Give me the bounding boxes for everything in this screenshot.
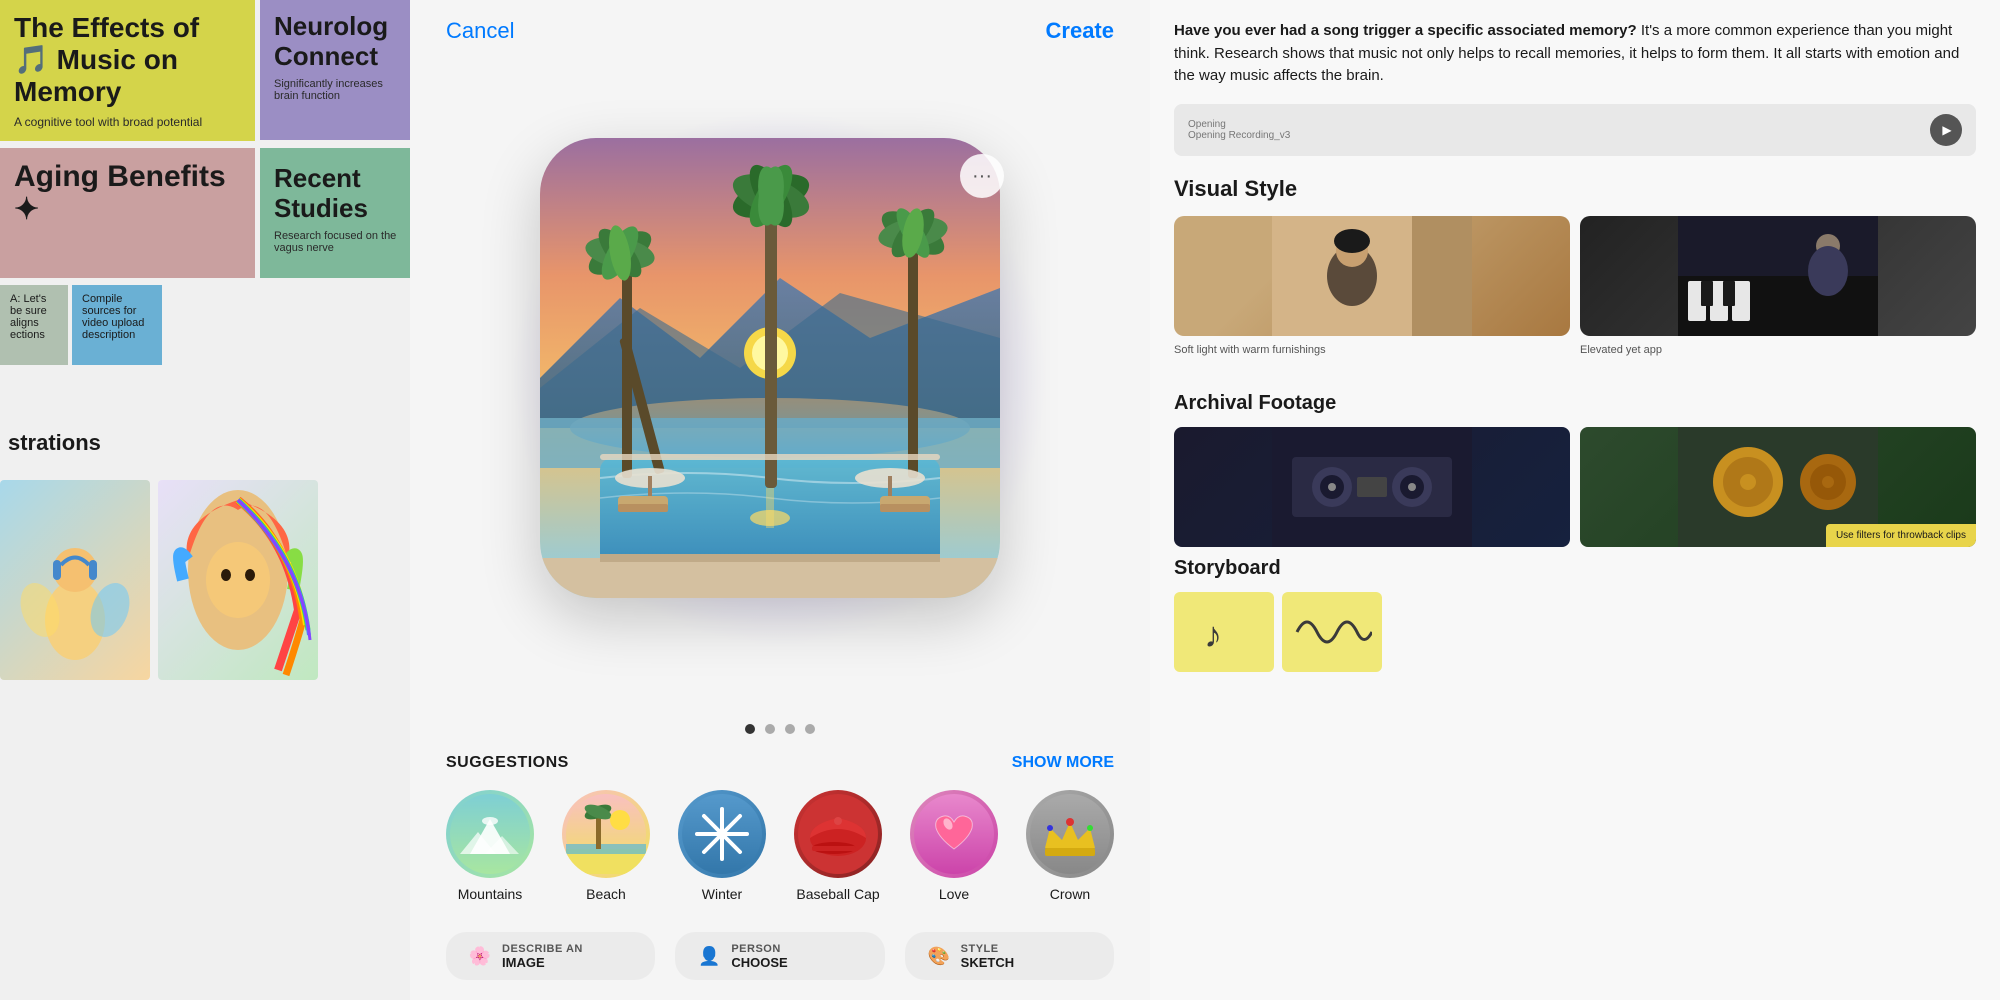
dots-indicator <box>410 714 1150 754</box>
suggestions-header: SUGGESTIONS SHOW MORE <box>446 754 1114 772</box>
dot-1[interactable] <box>745 724 755 734</box>
card-recent-studies[interactable]: Recent Studies Research focused on the v… <box>260 148 410 278</box>
love-icon <box>910 790 998 878</box>
person-choose-icon: 👤 <box>695 942 723 970</box>
card-aging-title: Aging Benefits ✦ <box>14 160 241 226</box>
storyboard-card-1[interactable]: ♪ <box>1174 592 1274 672</box>
dot-2[interactable] <box>765 724 775 734</box>
describe-image-text: DESCRIBE AN IMAGE <box>502 943 583 970</box>
card-music-memory-subtitle: A cognitive tool with broad potential <box>14 115 241 129</box>
illustrations-label: strations <box>8 430 101 456</box>
card-recent-studies-subtitle: Research focused on the vagus nerve <box>274 230 401 254</box>
create-button[interactable]: Create <box>1046 18 1114 44</box>
center-panel: Cancel Create <box>410 0 1150 1000</box>
winter-icon <box>678 790 766 878</box>
card-recent-studies-title: Recent Studies <box>274 164 401 224</box>
audio-player: Opening Opening Recording_v3 <box>1174 104 1976 156</box>
image-glow: ··· <box>540 138 1020 618</box>
small-cards-row: A: Let's be sure aligns ections Compile … <box>0 285 162 365</box>
suggestions-grid: Mountains <box>446 790 1114 902</box>
small-card-blue-text: Compile sources for video upload descrip… <box>82 293 144 341</box>
style-sublabel: SKETCH <box>961 955 1014 970</box>
person-text: PERSON CHOOSE <box>731 943 787 970</box>
person-sublabel: CHOOSE <box>731 955 787 970</box>
love-label: Love <box>939 886 969 902</box>
person-label: PERSON <box>731 943 787 955</box>
main-image <box>540 138 1000 598</box>
visual-style-title: Visual Style <box>1174 176 1976 202</box>
crown-label: Crown <box>1050 886 1090 902</box>
butterfly-illustration <box>0 480 150 680</box>
vs-card-piano[interactable] <box>1580 216 1976 336</box>
small-card-gray-text: A: Let's be sure aligns ections <box>10 293 47 341</box>
storyboard-title: Storyboard <box>1174 557 1976 580</box>
storyboard-card-2[interactable] <box>1282 592 1382 672</box>
action-style-sketch[interactable]: 🎨 STYLE SKETCH <box>905 932 1114 980</box>
suggestion-winter[interactable]: Winter <box>678 790 766 902</box>
card-music-memory[interactable]: The Effects of 🎵 Music on Memory A cogni… <box>0 0 255 141</box>
style-text: STYLE SKETCH <box>961 943 1014 970</box>
small-card-gray[interactable]: A: Let's be sure aligns ections <box>0 285 68 365</box>
baseball-cap-icon <box>794 790 882 878</box>
storyboard-grid: ♪ <box>1174 592 1976 672</box>
suggestions-section: SUGGESTIONS SHOW MORE <box>410 754 1150 922</box>
svg-text:♪: ♪ <box>1204 614 1222 655</box>
woman-illustration <box>158 480 318 680</box>
card-music-memory-title: The Effects of 🎵 Music on Memory <box>14 12 241 109</box>
archival-note: Use filters for throwback clips <box>1826 524 1976 547</box>
card-neurology-subtitle: Significantly increases brain function <box>274 78 401 102</box>
mountains-label: Mountains <box>458 886 523 902</box>
suggestion-love[interactable]: Love <box>910 790 998 902</box>
visual-style-grid <box>1174 216 1976 336</box>
describe-image-icon: 🌸 <box>466 942 494 970</box>
vs-label-2: Elevated yet app <box>1580 344 1976 356</box>
mountains-icon <box>446 790 534 878</box>
vs-card-interview[interactable] <box>1174 216 1570 336</box>
beach-label: Beach <box>586 886 626 902</box>
vs-label-1: Soft light with warm furnishings <box>1174 344 1570 356</box>
dot-3[interactable] <box>785 724 795 734</box>
show-more-button[interactable]: SHOW MORE <box>1012 754 1114 772</box>
podcast-text-bold: Have you ever had a song trigger a speci… <box>1174 22 1641 39</box>
suggestion-mountains[interactable]: Mountains <box>446 790 534 902</box>
recording-name: Opening Recording_v3 <box>1188 130 1920 141</box>
image-container: ··· <box>410 62 1150 714</box>
style-sketch-icon: 🎨 <box>925 942 953 970</box>
describe-sublabel: IMAGE <box>502 955 583 970</box>
archival-card-2[interactable]: Use filters for throwback clips <box>1580 427 1976 547</box>
podcast-text: Have you ever had a song trigger a speci… <box>1174 20 1976 88</box>
style-label: STYLE <box>961 943 1014 955</box>
action-row: 🌸 DESCRIBE AN IMAGE 👤 PERSON CHOOSE 🎨 ST… <box>410 922 1150 1000</box>
archival-footage-title: Archival Footage <box>1174 392 1976 415</box>
archival-grid: Use filters for throwback clips <box>1174 427 1976 547</box>
card-neurology-title: Neurolog Connect <box>274 12 401 72</box>
suggestion-crown[interactable]: Crown <box>1026 790 1114 902</box>
cancel-button[interactable]: Cancel <box>446 18 514 44</box>
crown-icon <box>1026 790 1114 878</box>
action-person-choose[interactable]: 👤 PERSON CHOOSE <box>675 932 884 980</box>
describe-label: DESCRIBE AN <box>502 943 583 955</box>
right-panel: Have you ever had a song trigger a speci… <box>1150 0 2000 1000</box>
center-header: Cancel Create <box>410 0 1150 62</box>
small-card-blue[interactable]: Compile sources for video upload descrip… <box>72 285 162 365</box>
action-describe-image[interactable]: 🌸 DESCRIBE AN IMAGE <box>446 932 655 980</box>
winter-label: Winter <box>702 886 742 902</box>
recording-info: Opening Opening Recording_v3 <box>1188 119 1920 141</box>
more-dots-icon: ··· <box>972 165 992 188</box>
more-options-button[interactable]: ··· <box>960 154 1004 198</box>
left-panel: The Effects of 🎵 Music on Memory A cogni… <box>0 0 410 1000</box>
suggestion-baseball-cap[interactable]: Baseball Cap <box>794 790 882 902</box>
recording-label: Opening <box>1188 119 1920 130</box>
suggestion-beach[interactable]: Beach <box>562 790 650 902</box>
suggestions-label: SUGGESTIONS <box>446 754 569 772</box>
beach-icon <box>562 790 650 878</box>
card-aging[interactable]: Aging Benefits ✦ <box>0 148 255 278</box>
card-neurology[interactable]: Neurolog Connect Significantly increases… <box>260 0 410 140</box>
archival-card-1[interactable] <box>1174 427 1570 547</box>
dot-4[interactable] <box>805 724 815 734</box>
play-button[interactable] <box>1930 114 1962 146</box>
baseball-cap-label: Baseball Cap <box>796 886 879 902</box>
